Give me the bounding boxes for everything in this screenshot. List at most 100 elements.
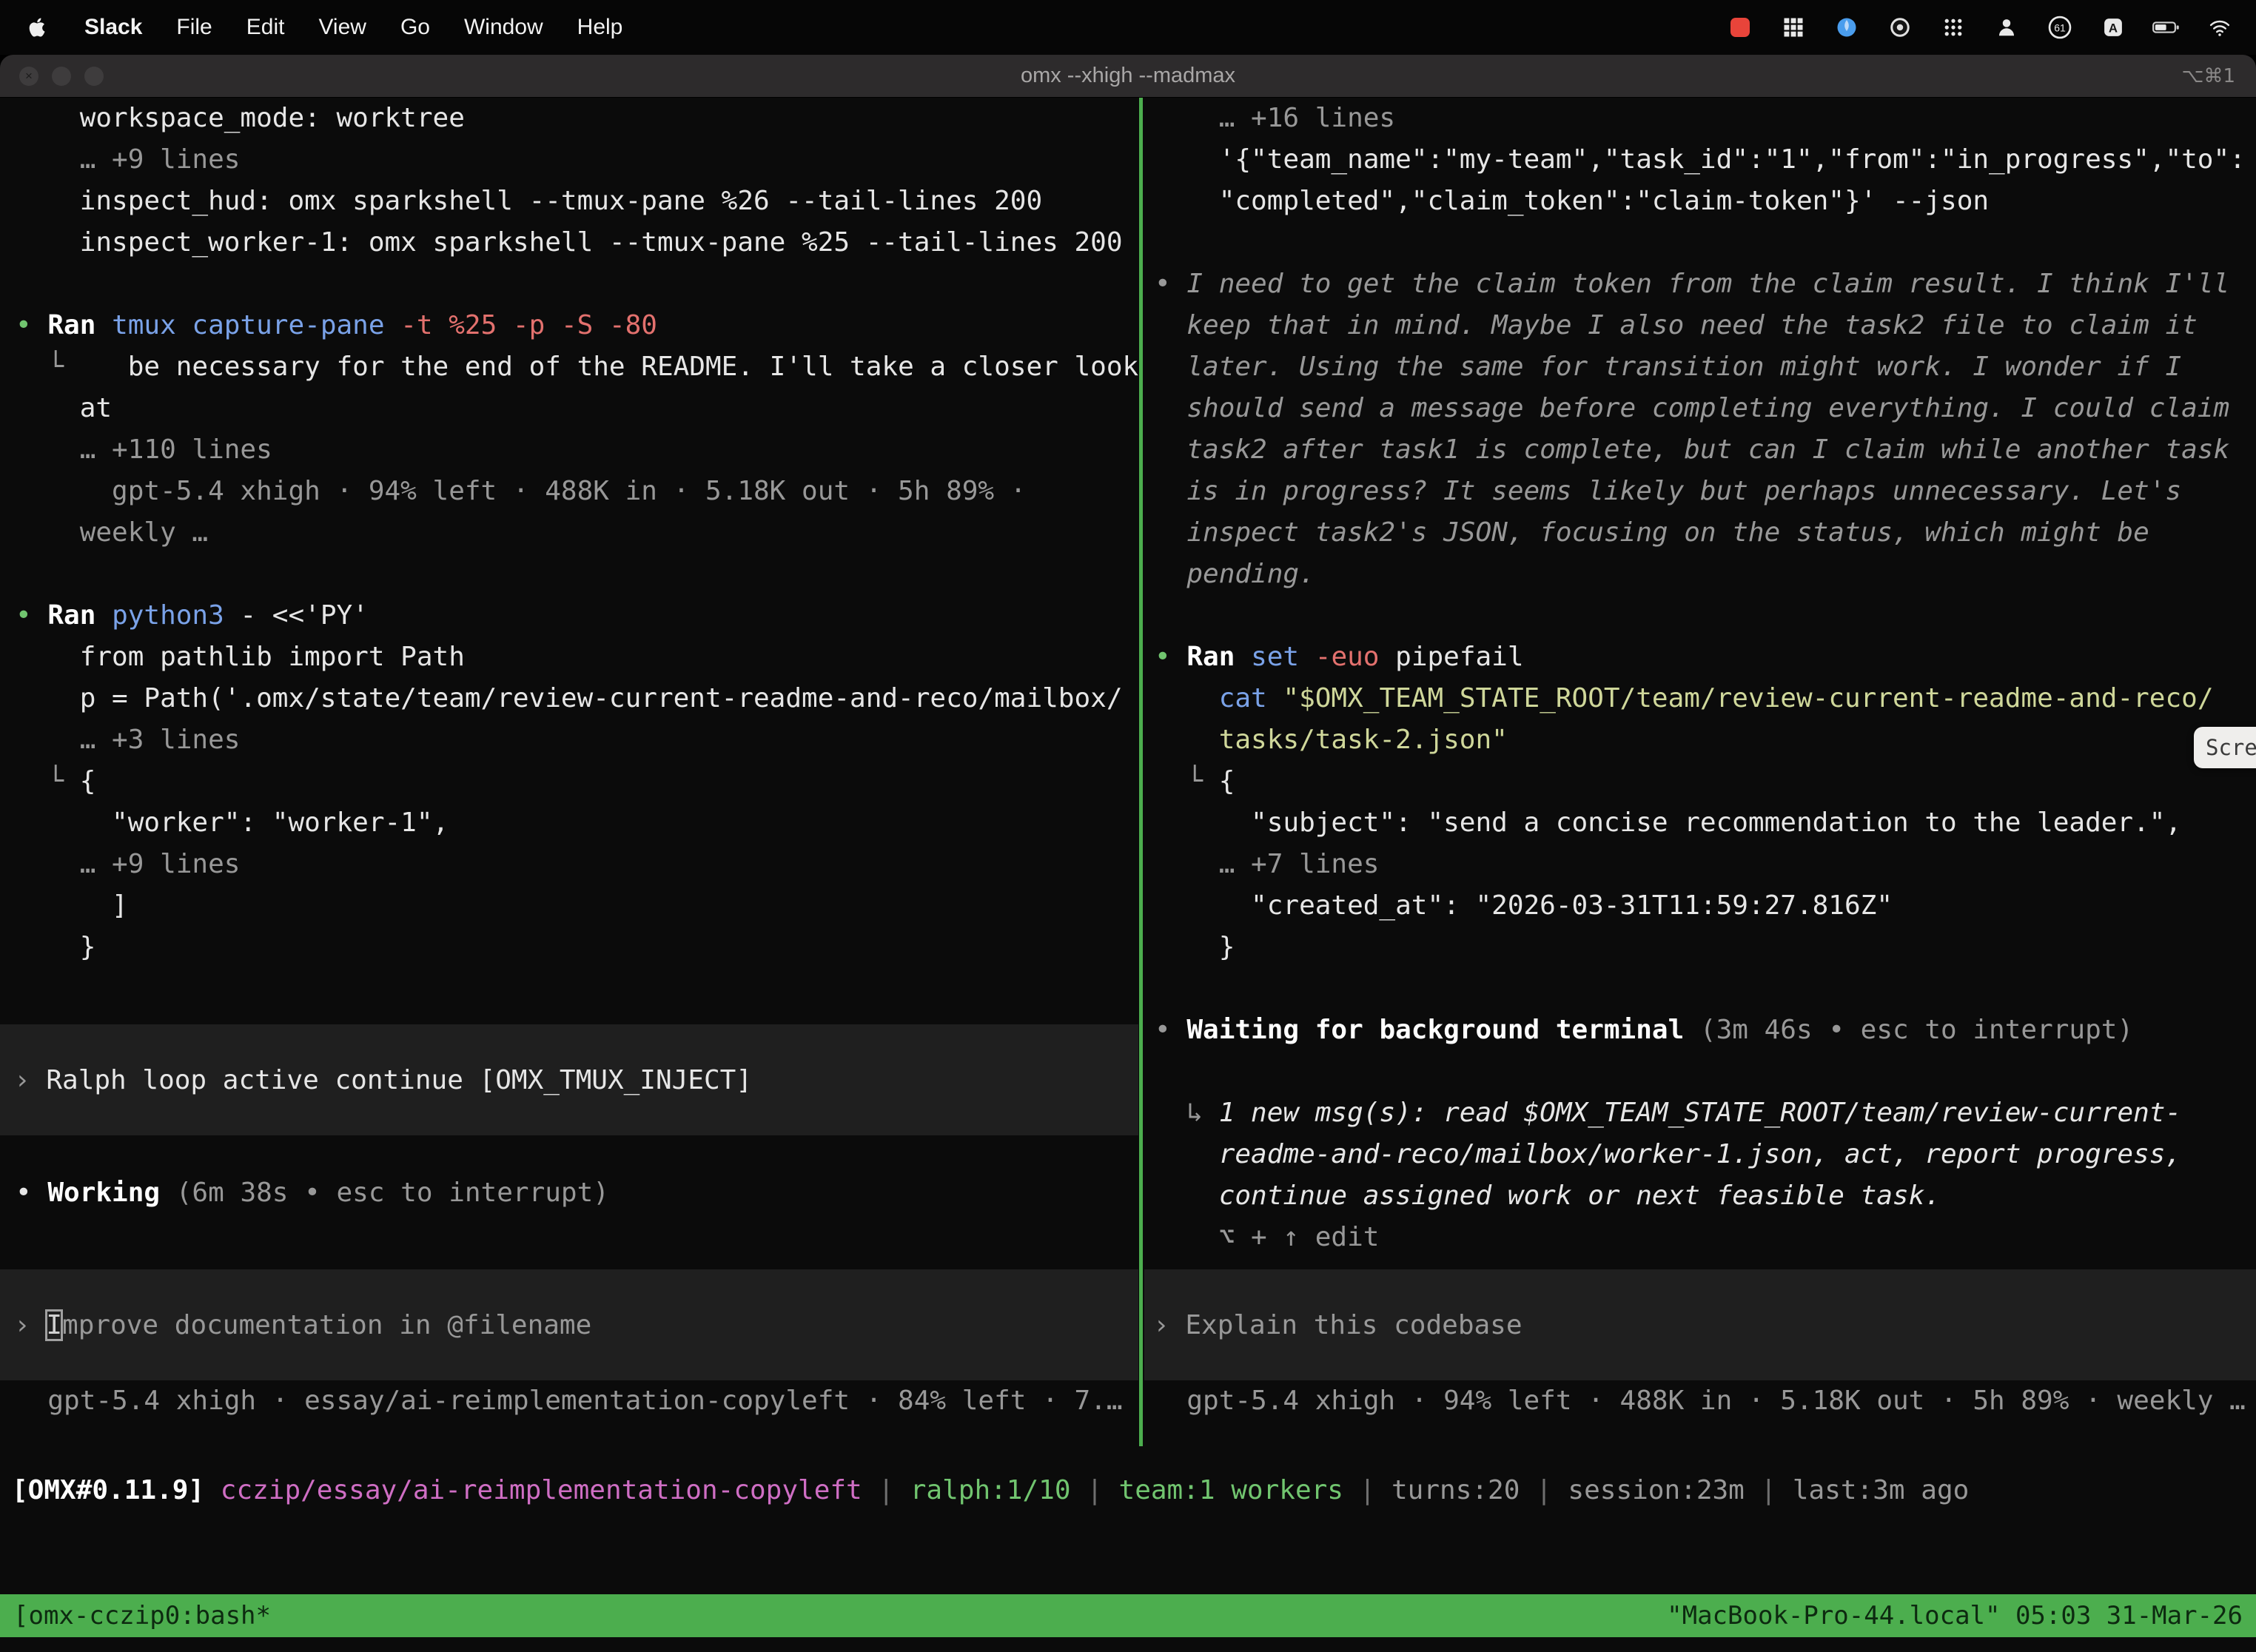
terminal-line xyxy=(1144,968,2256,1010)
terminal-line: should send a message before completing … xyxy=(1144,388,2256,429)
text-run: • xyxy=(1155,1015,1186,1045)
terminal-line: "completed","claim_token":"claim-token"}… xyxy=(1144,181,2256,222)
terminal-line: └ be necessary for the end of the README… xyxy=(0,346,1138,388)
text-run: weekly … xyxy=(16,517,208,548)
text-run: … +7 lines xyxy=(1155,849,1379,879)
text-run: -t %25 -p -S -80 xyxy=(400,310,657,340)
screen: Slack File Edit View Go Window Help xyxy=(0,0,2256,1652)
dots-grid-icon[interactable] xyxy=(1939,13,1967,41)
text-run: Waiting for background terminal xyxy=(1186,1015,1700,1045)
text-run: Ran xyxy=(47,600,112,631)
apple-logo-icon[interactable] xyxy=(22,13,50,41)
text-run: "worker": "worker-1", xyxy=(16,807,449,838)
terminal-line: '{"team_name":"my-team","task_id":"1","f… xyxy=(1144,139,2256,181)
text-run: should send a message before completing … xyxy=(1155,393,2229,423)
menu-view[interactable]: View xyxy=(318,15,366,40)
text-run: last:3m ago xyxy=(1793,1475,1969,1505)
text-run: | xyxy=(1520,1475,1568,1505)
terminal-line: ⌥ + ↑ edit xyxy=(1144,1217,2256,1258)
prompt-ralph-loop[interactable]: › Ralph loop active continue [OMX_TMUX_I… xyxy=(0,1024,1138,1135)
text-run: readme-and-reco/mailbox/worker-1.json, a… xyxy=(1155,1139,2181,1169)
close-button[interactable]: × xyxy=(19,67,38,86)
text-run: from pathlib import Path xyxy=(16,642,465,672)
camera-circle-icon[interactable] xyxy=(1886,13,1914,41)
text-run: cczip/essay/ai-reimplementation-copyleft xyxy=(221,1475,862,1505)
text-run: … +110 lines xyxy=(16,434,272,465)
prompt-suggestion[interactable]: › Explain this codebase xyxy=(1144,1269,2256,1380)
text-run: "created_at": "2026-03-31T11:59:27.816Z" xyxy=(1155,890,1893,921)
text-run: inspect task2's JSON, focusing on the st… xyxy=(1155,517,2149,548)
traffic-lights: × xyxy=(19,67,104,86)
window-title: omx --xhigh --madmax xyxy=(0,64,2256,88)
menu-left: Slack File Edit View Go Window Help xyxy=(22,13,622,41)
terminal-line: inspect task2's JSON, focusing on the st… xyxy=(1144,512,2256,554)
minimize-button[interactable] xyxy=(52,67,71,86)
grid-icon[interactable] xyxy=(1779,13,1807,41)
wifi-icon[interactable] xyxy=(2206,13,2234,41)
pane-divider[interactable] xyxy=(1139,98,1143,1446)
text-run: "completed","claim_token":"claim-token"}… xyxy=(1155,186,1989,216)
text-run: ⌥ + ↑ edit xyxy=(1155,1222,1379,1252)
terminal-line: keep that in mind. Maybe I also need the… xyxy=(1144,305,2256,346)
zoom-button[interactable] xyxy=(84,67,104,86)
menu-go[interactable]: Go xyxy=(400,15,430,40)
text-run: - <<'PY' xyxy=(240,600,368,631)
text-run: } xyxy=(1155,932,1235,962)
terminal-line: └ { xyxy=(1144,761,2256,802)
text-run: { xyxy=(1219,766,1235,796)
text-run: Ralph loop active continue [OMX_TMUX_INJ… xyxy=(46,1065,752,1095)
menu-items: Slack File Edit View Go Window Help xyxy=(84,15,622,40)
text-run: keep that in mind. Maybe I also need the… xyxy=(1155,310,2198,340)
terminal-pane-right[interactable]: … +16 lines '{"team_name":"my-team","tas… xyxy=(1144,98,2256,1423)
terminal-line: "worker": "worker-1", xyxy=(0,802,1138,844)
text-run: • xyxy=(16,310,47,340)
text-run: › xyxy=(1153,1310,1185,1340)
terminal-line: • Ran tmux capture-pane -t %25 -p -S -80 xyxy=(0,305,1138,346)
screen-recording-indicator-icon[interactable] xyxy=(1726,13,1754,41)
menu-slack[interactable]: Slack xyxy=(84,15,142,40)
terminal-line: from pathlib import Path xyxy=(0,637,1138,678)
menu-file[interactable]: File xyxy=(176,15,212,40)
text-run: • xyxy=(1155,642,1186,672)
text-run: pipefail xyxy=(1395,642,1523,672)
terminal-line: └ { xyxy=(0,761,1138,802)
text-run: Ran xyxy=(47,310,112,340)
text-run: Ran xyxy=(1186,642,1251,672)
menu-edit[interactable]: Edit xyxy=(246,15,285,40)
text-run: } xyxy=(16,932,95,962)
menu-help[interactable]: Help xyxy=(577,15,623,40)
prompt-input[interactable]: › Improve documentation in @filename xyxy=(0,1269,1138,1380)
terminal-line xyxy=(1144,222,2256,263)
text-run: mprove documentation in @filename xyxy=(62,1310,591,1340)
spacer xyxy=(1144,1258,2256,1269)
text-run: session:23m xyxy=(1568,1475,1744,1505)
text-run: └ xyxy=(16,352,128,382)
battery-icon[interactable] xyxy=(2152,13,2181,41)
terminal-line: • Waiting for background terminal (3m 46… xyxy=(1144,1010,2256,1051)
tmux-status-bar: [omx-cczip0:bash* "MacBook-Pro-44.local"… xyxy=(0,1594,2256,1637)
menu-window[interactable]: Window xyxy=(464,15,543,40)
text-run: ralph:1/10 xyxy=(910,1475,1071,1505)
menu-right: 61 A xyxy=(1726,13,2234,41)
assistant-icon[interactable] xyxy=(1993,13,2021,41)
text-run xyxy=(1155,683,1219,713)
terminal-line: • Working (6m 38s • esc to interrupt) xyxy=(0,1172,1138,1214)
text-run: set xyxy=(1251,642,1315,672)
spacer xyxy=(0,1214,1138,1269)
text-run: inspect_worker-1: omx sparkshell --tmux-… xyxy=(16,227,1123,258)
terminal-line: gpt-5.4 xhigh · essay/ai-reimplementatio… xyxy=(0,1380,1138,1422)
battery-percent-badge-icon[interactable]: 61 xyxy=(2046,13,2074,41)
input-source-icon[interactable]: A xyxy=(2099,13,2127,41)
terminal-line: … +9 lines xyxy=(0,844,1138,885)
terminal-pane-left[interactable]: workspace_mode: worktree … +9 lines insp… xyxy=(0,98,1138,1423)
text-run: ↳ xyxy=(1155,1098,1219,1128)
text-run: Explain this codebase xyxy=(1185,1310,1522,1340)
text-run: | xyxy=(1343,1475,1391,1505)
terminal-line: … +110 lines xyxy=(0,429,1138,471)
text-run: tasks/task-2.json" xyxy=(1155,725,1508,755)
spacer xyxy=(0,968,1138,1024)
tmux-session-label: [omx-cczip0:bash* xyxy=(13,1601,271,1631)
blue-app-icon[interactable] xyxy=(1833,13,1861,41)
terminal-line: continue assigned work or next feasible … xyxy=(1144,1175,2256,1217)
screenshot-preview[interactable]: Scre xyxy=(2194,727,2256,768)
